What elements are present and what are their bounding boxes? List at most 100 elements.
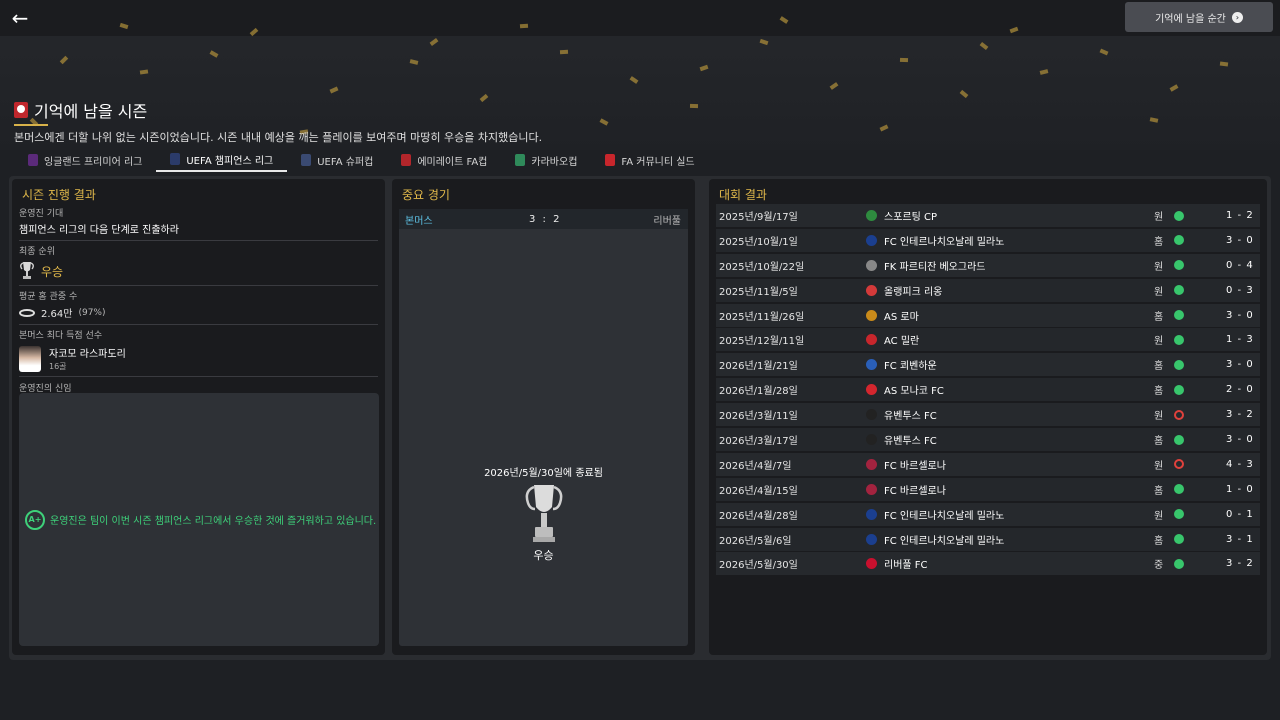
memorable-moments-label: 기억에 남을 순간 [1155,13,1226,25]
opponent-crest-icon [866,259,877,271]
match-score: 0 - 1 [1226,508,1254,520]
venue-label: 원 [1154,336,1164,348]
match-date: 2026년/3월/11일 [719,411,798,423]
match-date: 2025년/10월/22일 [719,261,805,273]
result-row[interactable]: 2026년/4월/7일 FC 바르셀로나 원 4 - 3 [716,452,1260,476]
result-row[interactable]: 2026년/1월/21일 FC 쾨벤하운 홈 3 - 0 [716,353,1260,377]
venue-label: 중 [1154,560,1164,572]
club-crest-icon [14,102,28,118]
match-score: 3 - 1 [1226,533,1254,545]
venue-label: 원 [1154,460,1164,472]
confidence-grade-badge: A+ [25,509,45,530]
opponent-name[interactable]: 유벤투스 FC [884,432,937,447]
final-date-text: 2026년/5월/30일에 종료됨 [484,468,603,479]
opponent-crest-icon [866,234,877,246]
stadium-icon [19,308,35,317]
opponent-name[interactable]: FC 바르셀로나 [884,482,946,497]
result-row[interactable]: 2025년/9월/17일 스포르팅 CP 원 1 - 2 [716,204,1260,227]
confetti-piece [519,23,529,29]
result-indicator-icon [1174,260,1184,271]
fa-cup-icon [401,154,412,166]
final-result-text: 우승 [533,549,554,562]
venue-label: 원 [1154,510,1164,522]
result-row[interactable]: 2025년/10월/1일 FC 인테르나치오날레 밀라노 홈 3 - 0 [716,228,1260,252]
result-indicator-icon [1174,310,1184,321]
venue-label: 홈 [1154,535,1164,547]
result-row[interactable]: 2026년/1월/28일 AS 모나코 FC 홈 2 - 0 [716,378,1260,402]
match-score: 3 : 2 [529,213,562,225]
venue-label: 홈 [1154,311,1164,323]
board-expectation-label: 운영진 기대 [19,209,64,219]
match-date: 2025년/11월/5일 [719,286,798,298]
attendance-percentage: (97%) [78,307,106,318]
opponent-crest-icon [866,309,877,321]
result-row[interactable]: 2025년/12월/11일 AC 밀란 원 1 - 3 [716,328,1260,352]
back-button[interactable]: ← [8,6,32,30]
opponent-name[interactable]: 스포르팅 CP [884,208,937,223]
result-row[interactable]: 2025년/10월/22일 FK 파르티잔 베오그라드 원 0 - 4 [716,253,1260,277]
opponent-name[interactable]: AS 모나코 FC [884,382,944,397]
result-indicator-icon [1174,459,1184,470]
tab-premier-league[interactable]: 잉글랜드 프리미어 리그 [14,148,156,172]
result-row[interactable]: 2026년/4월/15일 FC 바르셀로나 홈 1 - 0 [716,477,1260,501]
competition-tabs: 잉글랜드 프리미어 리그 UEFA 챔피언스 리그 UEFA 슈퍼컵 에미레이트… [14,148,709,172]
top-scorer-name[interactable]: 자코모 라스파도리 [49,345,126,360]
match-date: 2025년/9월/17일 [719,212,798,223]
opponent-name[interactable]: 리버풀 FC [884,556,928,571]
top-scorer-label: 본머스 최다 득점 선수 [19,331,103,341]
result-row[interactable]: 2026년/4월/28일 FC 인테르나치오날레 밀라노 원 0 - 1 [716,502,1260,526]
result-row[interactable]: 2026년/3월/11일 유벤투스 FC 원 3 - 2 [716,403,1260,427]
result-indicator-icon [1174,534,1184,545]
page-subtitle: 본머스에겐 더할 나위 없는 시즌이었습니다. 시즌 내내 예상을 깨는 플레이… [14,131,543,144]
result-row[interactable]: 2026년/3월/17일 유벤투스 FC 홈 3 - 0 [716,428,1260,452]
opponent-crest-icon [866,558,877,570]
venue-label: 홈 [1154,436,1164,448]
result-row[interactable]: 2025년/11월/5일 올랭피크 리옹 원 0 - 3 [716,278,1260,302]
opponent-name[interactable]: FC 인테르나치오날레 밀라노 [884,233,1004,248]
results-list: 2025년/9월/17일 스포르팅 CP 원 1 - 2 2025년/10월/1일 FC … [716,204,1260,577]
champions-league-trophy-icon [525,485,562,542]
result-indicator-icon [1174,334,1184,345]
opponent-crest-icon [866,458,877,470]
tab-label: 잉글랜드 프리미어 리그 [44,156,143,168]
match-date: 2026년/4월/15일 [719,485,798,497]
avg-attendance-label: 평균 홈 관중 수 [19,292,78,302]
opponent-name[interactable]: AS 로마 [884,308,919,323]
opponent-name[interactable]: 올랭피크 리옹 [884,283,942,298]
tab-carabao-cup[interactable]: 카라바오컵 [501,148,591,172]
opponent-name[interactable]: FC 인테르나치오날레 밀라노 [884,507,1004,522]
match-score: 2 - 0 [1226,384,1254,396]
memorable-moments-button[interactable]: 기억에 남을 순간 › [1125,2,1273,32]
key-match-card[interactable]: 본머스 3 : 2 리버풀 2026년/5월/30일에 종료됨 우승 [399,209,688,646]
opponent-name[interactable]: FC 인테르나치오날레 밀라노 [884,532,1004,547]
away-team: 리버풀 [653,215,681,227]
opponent-name[interactable]: FC 쾨벤하운 [884,357,937,372]
player-avatar[interactable] [19,345,41,372]
top-scorer-goals: 16골 [49,362,67,371]
final-result-block: 2026년/5월/30일에 종료됨 우승 [399,464,688,563]
opponent-name[interactable]: AC 밀란 [884,332,919,347]
home-team: 본머스 [405,215,433,227]
venue-label: 원 [1154,286,1164,298]
venue-label: 홈 [1154,485,1164,497]
tab-community-shield[interactable]: FA 커뮤니티 실드 [591,148,708,172]
trophy-icon [20,262,34,279]
result-row[interactable]: 2025년/11월/26일 AS 로마 홈 3 - 0 [716,303,1260,327]
match-date: 2025년/10월/1일 [719,236,798,248]
tab-fa-cup[interactable]: 에미레이트 FA컵 [387,148,501,172]
opponent-name[interactable]: FK 파르티잔 베오그라드 [884,258,985,273]
board-confidence-box: A+ 운영진은 팀이 이번 시즌 챔피언스 리그에서 우승한 것에 즐거워하고 … [19,393,379,646]
chevron-right-icon: › [1231,11,1243,23]
result-indicator-icon [1174,384,1184,395]
avg-attendance-value: 2.64만 [41,309,73,320]
premier-league-icon [28,154,38,166]
tab-super-cup[interactable]: UEFA 슈퍼컵 [287,148,387,172]
tab-champions-league[interactable]: UEFA 챔피언스 리그 [156,148,288,172]
match-score: 3 - 0 [1226,434,1254,446]
result-row[interactable]: 2026년/5월/6일 FC 인테르나치오날레 밀라노 홈 3 - 1 [716,527,1260,551]
opponent-name[interactable]: FC 바르셀로나 [884,457,946,472]
venue-label: 원 [1154,411,1164,423]
result-row[interactable]: 2026년/5월/30일 리버풀 FC 중 3 - 2 [716,552,1260,576]
opponent-name[interactable]: 유벤투스 FC [884,407,937,422]
match-score: 3 - 0 [1226,309,1254,321]
